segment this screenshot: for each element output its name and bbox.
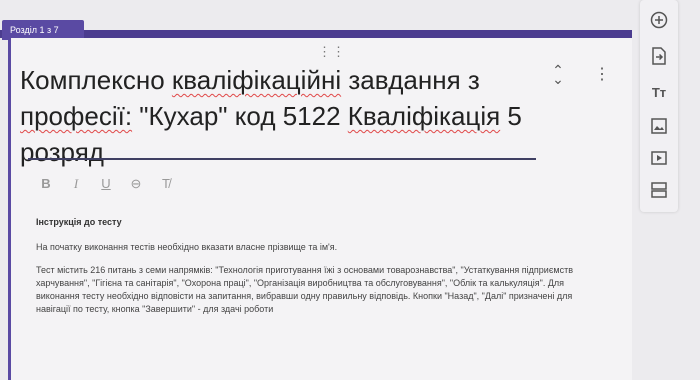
underline-button[interactable]: U xyxy=(100,176,112,192)
title-part: Комплексно xyxy=(20,65,172,95)
title-part: "Кухар" код 5122 xyxy=(132,101,348,131)
section-indicator: Розділ 1 з 7 xyxy=(2,20,84,40)
title-underline xyxy=(28,158,536,160)
add-section-icon[interactable] xyxy=(649,180,669,200)
side-toolbar: Tт xyxy=(640,0,678,212)
link-icon[interactable]: ⊖ xyxy=(130,176,142,192)
title-part-misspelled: професії: xyxy=(20,101,133,131)
section-top-bar xyxy=(0,30,632,38)
add-video-icon[interactable] xyxy=(649,148,669,168)
description-paragraph: На початку виконання тестів необхідно вк… xyxy=(36,242,338,252)
add-title-icon[interactable]: Tт xyxy=(649,82,669,102)
title-part-misspelled: Кваліфікація xyxy=(347,101,501,131)
add-question-icon[interactable] xyxy=(649,10,669,30)
import-questions-icon[interactable] xyxy=(649,46,669,66)
format-toolbar: B I U ⊖ T̸ xyxy=(40,176,172,192)
form-title[interactable]: Комплексно кваліфікаційні завдання з про… xyxy=(20,62,540,170)
title-part: завдання з xyxy=(341,65,480,95)
description-header: Інструкція до тесту xyxy=(36,217,122,227)
italic-button[interactable]: I xyxy=(70,176,82,192)
form-description[interactable]: Інструкція до тесту На початку виконання… xyxy=(36,216,604,326)
drag-handle-icon[interactable]: ⋮⋮ xyxy=(318,44,346,60)
form-editor: Розділ 1 з 7 ⋮⋮ Комплексно кваліфікаційн… xyxy=(0,0,700,380)
more-options-icon[interactable]: ⋮ xyxy=(594,64,610,84)
add-image-icon[interactable] xyxy=(649,116,669,136)
title-part-misspelled: кваліфікаційні xyxy=(171,65,342,95)
clear-formatting-icon[interactable]: T̸ xyxy=(160,176,172,192)
collapse-section-icon[interactable]: ⌃ ⌄ xyxy=(551,63,565,86)
description-paragraph: Тест містить 216 питань з семи напрямків… xyxy=(36,265,574,314)
bold-button[interactable]: B xyxy=(40,176,52,192)
